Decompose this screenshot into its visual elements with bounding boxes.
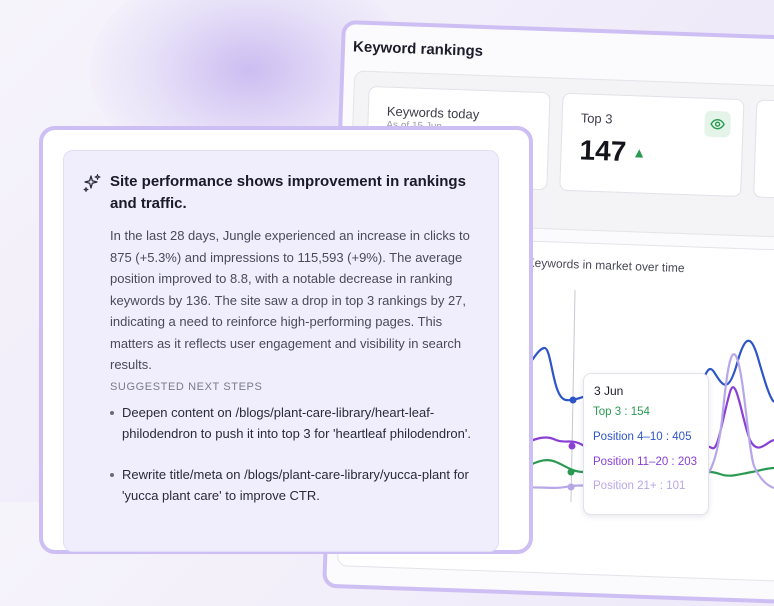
next-step-text: Deepen content on /blogs/plant-care-libr… bbox=[122, 405, 471, 441]
tooltip-row-pos11-20: Position 11–20 : 203 bbox=[593, 456, 698, 468]
tooltip-row-pos4-10: Position 4–10 : 405 bbox=[593, 431, 692, 443]
summary-card: Site performance shows improvement in ra… bbox=[63, 150, 499, 552]
bullet bbox=[110, 473, 114, 477]
point-pos4-10 bbox=[569, 396, 577, 404]
insight-panel: Site performance shows improvement in ra… bbox=[39, 126, 533, 554]
point-top3 bbox=[567, 468, 575, 476]
summary-headline: Site performance shows improvement in ra… bbox=[110, 173, 466, 212]
tooltip-date: 3 Jun bbox=[594, 384, 624, 398]
next-step-item: Rewrite title/meta on /blogs/plant-care-… bbox=[110, 464, 480, 506]
summary-body: In the last 28 days, Jungle experienced … bbox=[110, 228, 470, 372]
tooltip-row-top3: Top 3 : 154 bbox=[593, 406, 650, 418]
tooltip-row-pos21: Position 21+ : 101 bbox=[593, 480, 686, 492]
bullet bbox=[110, 411, 114, 415]
point-pos11-20 bbox=[568, 442, 576, 450]
next-steps-heading: SUGGESTED NEXT STEPS bbox=[110, 381, 263, 393]
point-pos21 bbox=[567, 483, 575, 491]
chart-tooltip: 3 Jun Top 3 : 154 Position 4–10 : 405 Po… bbox=[583, 373, 709, 515]
next-step-item: Deepen content on /blogs/plant-care-libr… bbox=[110, 402, 480, 444]
sparkle-icon bbox=[83, 174, 101, 192]
next-step-text: Rewrite title/meta on /blogs/plant-care-… bbox=[122, 467, 469, 503]
